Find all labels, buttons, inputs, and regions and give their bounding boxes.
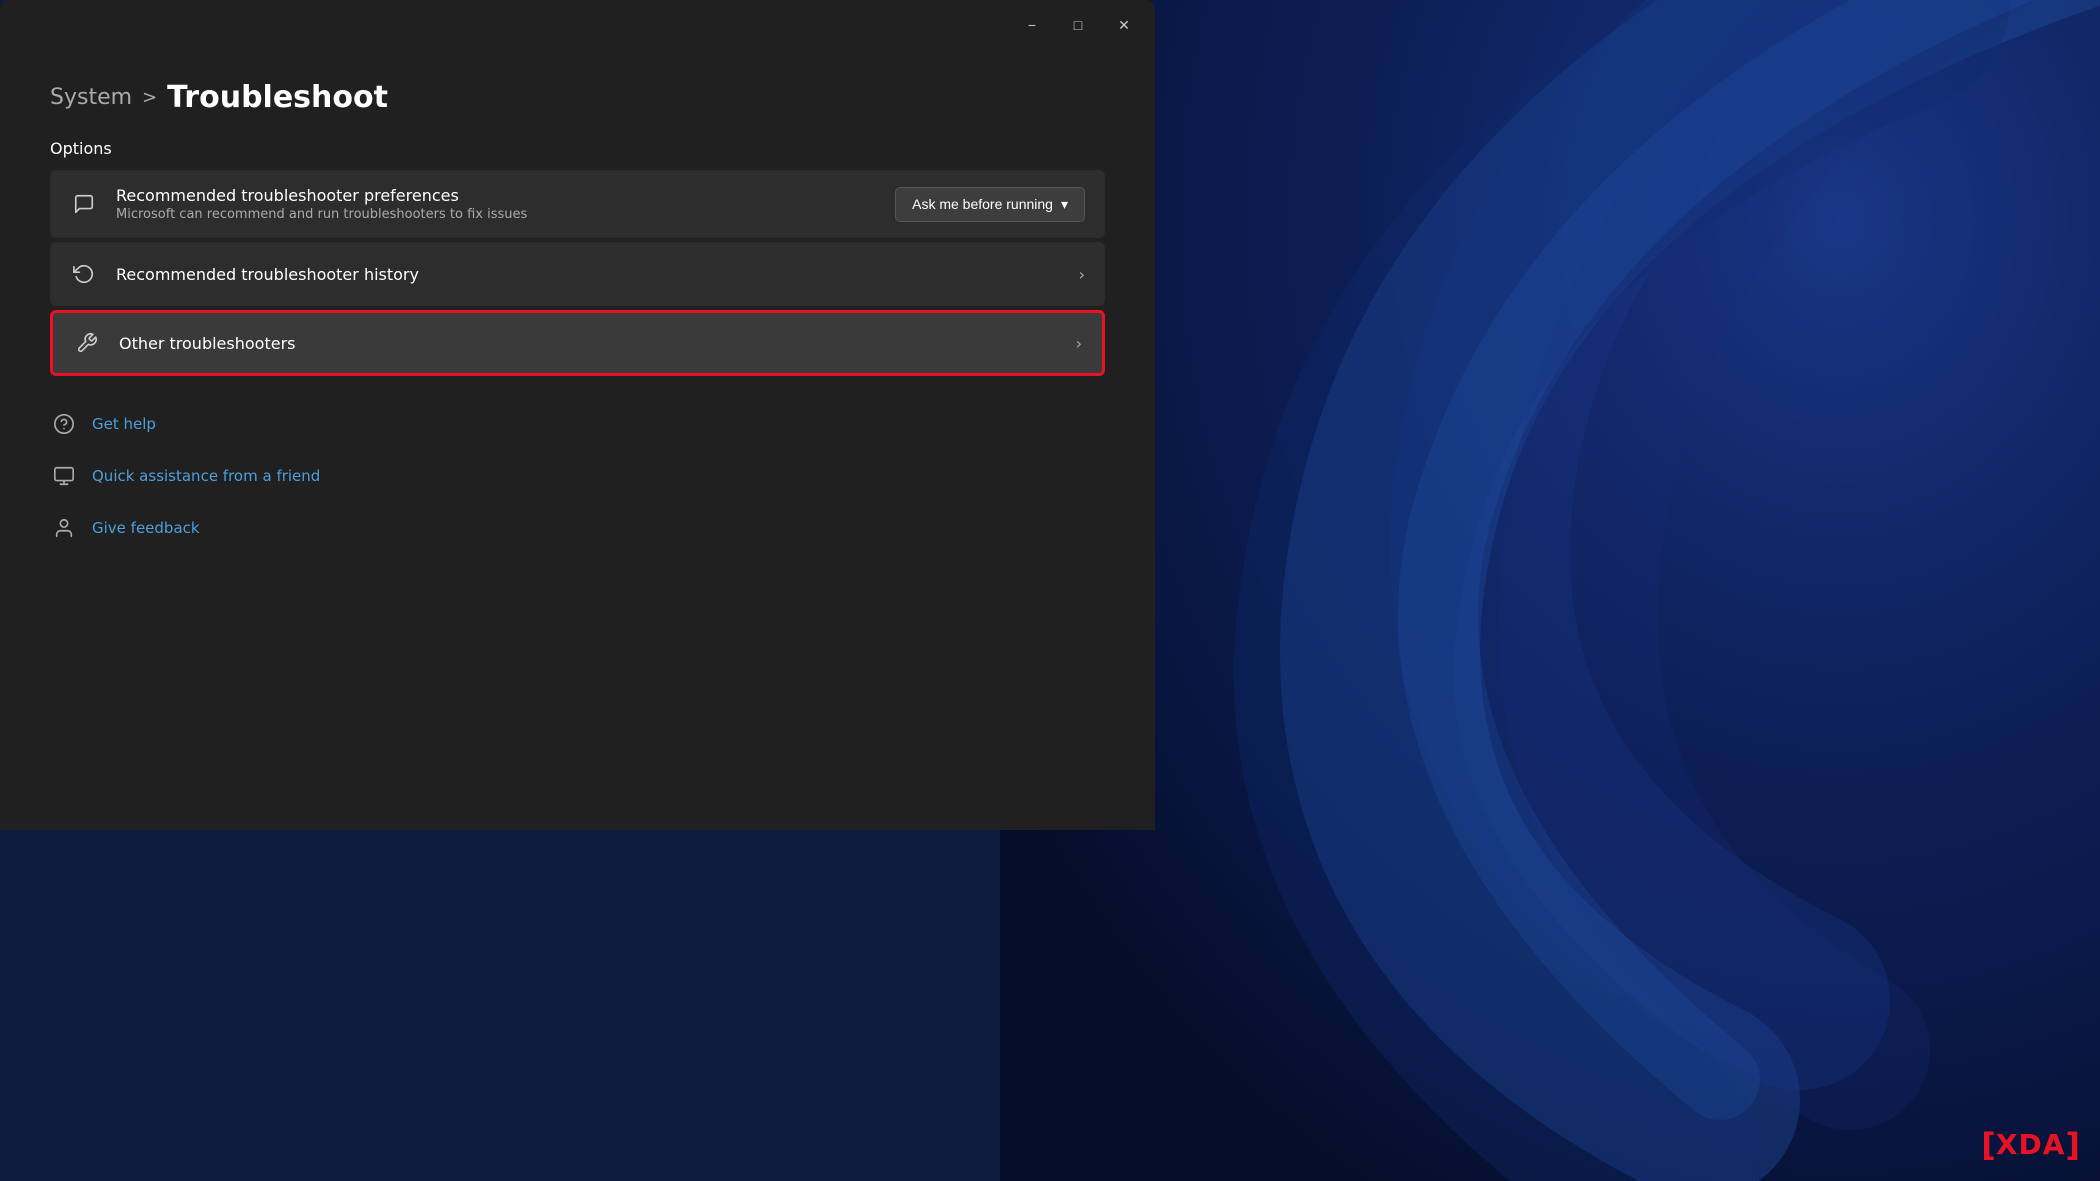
chevron-right-other-icon: ›: [1076, 334, 1082, 353]
get-help-row[interactable]: Get help: [50, 406, 1105, 442]
dropdown-value: Ask me before running: [912, 196, 1053, 212]
quick-assistance-row[interactable]: Quick assistance from a friend: [50, 458, 1105, 494]
content-area: System > Troubleshoot Options Recommende…: [0, 50, 1155, 830]
maximize-button[interactable]: □: [1055, 9, 1101, 41]
settings-window: − □ ✕ System > Troubleshoot Options: [0, 0, 1155, 830]
option-text-prefs: Recommended troubleshooter preferences M…: [116, 186, 527, 222]
chevron-right-icon: ›: [1079, 265, 1085, 284]
option-right-other: ›: [1076, 334, 1082, 353]
dropdown-button[interactable]: Ask me before running ▾: [895, 187, 1085, 222]
title-bar-controls: − □ ✕: [1009, 9, 1147, 41]
chat-icon: [70, 190, 98, 218]
breadcrumb: System > Troubleshoot: [50, 80, 1105, 115]
history-icon: [70, 260, 98, 288]
breadcrumb-current: Troubleshoot: [167, 80, 388, 115]
help-icon: [50, 410, 78, 438]
xda-watermark: [ XDA ]: [1981, 1128, 2080, 1161]
dropdown-chevron-icon: ▾: [1061, 196, 1068, 213]
option-right-history: ›: [1079, 265, 1085, 284]
options-list: Recommended troubleshooter preferences M…: [50, 170, 1105, 376]
option-left-other: Other troubleshooters: [73, 329, 295, 357]
links-section: Get help Quick assistance from a friend: [50, 406, 1105, 546]
option-right-prefs: Ask me before running ▾: [895, 187, 1085, 222]
xda-bracket-left: [: [1981, 1129, 1996, 1161]
option-title-history: Recommended troubleshooter history: [116, 265, 419, 284]
option-title-prefs: Recommended troubleshooter preferences: [116, 186, 527, 205]
give-feedback-row[interactable]: Give feedback: [50, 510, 1105, 546]
wrench-icon: [73, 329, 101, 357]
monitor-icon: [50, 462, 78, 490]
option-left-history: Recommended troubleshooter history: [70, 260, 419, 288]
option-other-troubleshooters[interactable]: Other troubleshooters ›: [50, 310, 1105, 376]
xda-logo-text: XDA: [1996, 1128, 2066, 1161]
option-recommended-prefs[interactable]: Recommended troubleshooter preferences M…: [50, 170, 1105, 238]
option-subtitle-prefs: Microsoft can recommend and run troubles…: [116, 207, 527, 222]
quick-assistance-link[interactable]: Quick assistance from a friend: [92, 467, 320, 485]
title-bar: − □ ✕: [0, 0, 1155, 50]
xda-bracket-right: ]: [2065, 1129, 2080, 1161]
option-left-prefs: Recommended troubleshooter preferences M…: [70, 186, 527, 222]
breadcrumb-separator: >: [142, 87, 157, 108]
close-button[interactable]: ✕: [1101, 9, 1147, 41]
option-recommended-history[interactable]: Recommended troubleshooter history ›: [50, 242, 1105, 306]
breadcrumb-system[interactable]: System: [50, 85, 132, 110]
feedback-icon: [50, 514, 78, 542]
option-text-other: Other troubleshooters: [119, 334, 295, 353]
minimize-button[interactable]: −: [1009, 9, 1055, 41]
get-help-link[interactable]: Get help: [92, 415, 156, 433]
give-feedback-link[interactable]: Give feedback: [92, 519, 200, 537]
option-title-other: Other troubleshooters: [119, 334, 295, 353]
option-text-history: Recommended troubleshooter history: [116, 265, 419, 284]
section-label: Options: [50, 139, 1105, 158]
